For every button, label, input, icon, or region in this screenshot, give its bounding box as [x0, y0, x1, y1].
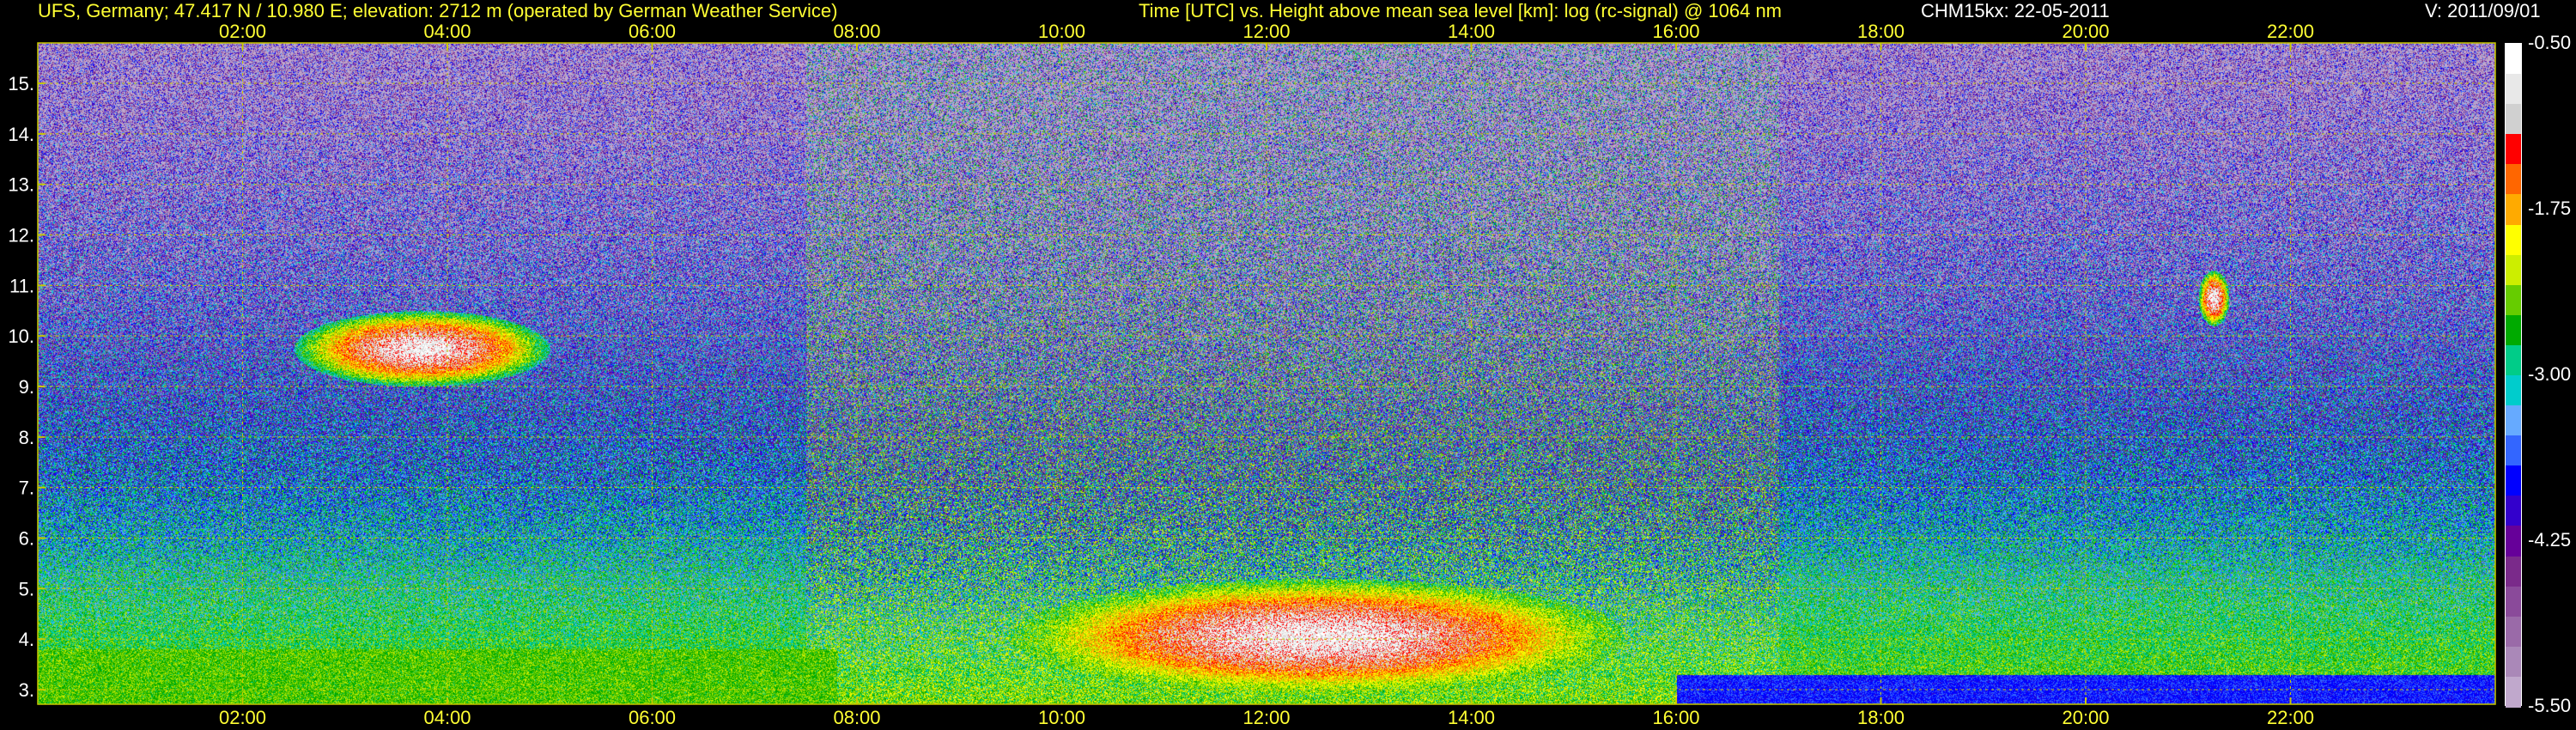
colorbar-segment	[2506, 224, 2521, 256]
x-tick-label-bottom: 18:00	[1857, 707, 1905, 728]
y-tick-label: 15.	[8, 73, 34, 94]
colorbar-segment	[2506, 344, 2521, 376]
y-tick-label: 9.	[19, 376, 34, 398]
colorbar-segment	[2506, 164, 2521, 196]
x-tick-label-top: 04:00	[423, 21, 471, 42]
x-tick-label-top: 22:00	[2267, 21, 2314, 42]
colorbar-label: -0.50	[2528, 32, 2572, 53]
colorbar-segment	[2506, 496, 2521, 527]
x-tick-label-top: 16:00	[1652, 21, 1699, 42]
x-tick-label-top: 12:00	[1242, 21, 1290, 42]
y-tick-label: 14.	[8, 124, 34, 145]
x-tick-label-top: 08:00	[833, 21, 880, 42]
x-tick-label-bottom: 22:00	[2267, 707, 2314, 728]
colorbar-segment	[2506, 465, 2521, 497]
x-tick-label-bottom: 04:00	[423, 707, 471, 728]
x-tick-label-top: 02:00	[219, 21, 266, 42]
x-tick-label-top: 14:00	[1448, 21, 1495, 42]
x-tick-label-bottom: 14:00	[1448, 707, 1495, 728]
y-tick-label: 5.	[19, 578, 34, 599]
colorbar-segment	[2506, 616, 2521, 648]
x-tick-label-bottom: 12:00	[1242, 707, 1290, 728]
y-tick-label: 11.	[9, 275, 34, 296]
colorbar-segment	[2506, 586, 2521, 617]
colorbar-segment	[2506, 284, 2521, 316]
y-tick-label: 10.	[8, 325, 34, 347]
x-tick-label-bottom: 08:00	[833, 707, 880, 728]
x-tick-label-bottom: 20:00	[2062, 707, 2109, 728]
y-tick-label: 13.	[8, 174, 34, 196]
colorbar-segment	[2506, 74, 2521, 106]
colorbar-segment	[2506, 646, 2521, 678]
y-tick-label: 12.	[8, 225, 34, 246]
colorbar	[2505, 43, 2522, 708]
x-tick-label-top: 06:00	[629, 21, 676, 42]
x-tick-label-bottom: 02:00	[219, 707, 266, 728]
colorbar-segment	[2506, 194, 2521, 226]
colorbar-segment	[2506, 375, 2521, 407]
colorbar-segment	[2506, 556, 2521, 587]
colorbar-label: -3.00	[2528, 363, 2572, 385]
colorbar-segment	[2506, 104, 2521, 136]
x-tick-label-top: 20:00	[2062, 21, 2109, 42]
colorbar-segment	[2506, 134, 2521, 166]
x-tick-label-top: 18:00	[1857, 21, 1905, 42]
colorbar-label: -1.75	[2528, 198, 2572, 219]
x-tick-label-bottom: 06:00	[629, 707, 676, 728]
colorbar-segment	[2506, 405, 2521, 437]
colorbar-label: -5.50	[2528, 695, 2572, 716]
y-tick-label: 4.	[19, 629, 34, 650]
colorbar-segment	[2506, 44, 2521, 76]
y-tick-label: 6.	[19, 527, 34, 549]
x-tick-label-top: 10:00	[1038, 21, 1085, 42]
colorbar-segment	[2506, 254, 2521, 286]
x-tick-label-bottom: 16:00	[1652, 707, 1699, 728]
y-tick-label: 8.	[19, 427, 34, 448]
y-tick-label: 7.	[19, 478, 34, 499]
colorbar-label: -4.25	[2528, 529, 2572, 551]
colorbar-segment	[2506, 526, 2521, 557]
colorbar-segment	[2506, 676, 2521, 708]
x-tick-label-bottom: 10:00	[1038, 707, 1085, 728]
chart-axes: 02:00 02:00 04:00 04:00 06:00 06:00 08:00 08:00…	[8, 21, 2496, 728]
colorbar-segment	[2506, 435, 2521, 467]
colorbar-segment	[2506, 314, 2521, 346]
y-tick-label: 3.	[19, 679, 34, 701]
